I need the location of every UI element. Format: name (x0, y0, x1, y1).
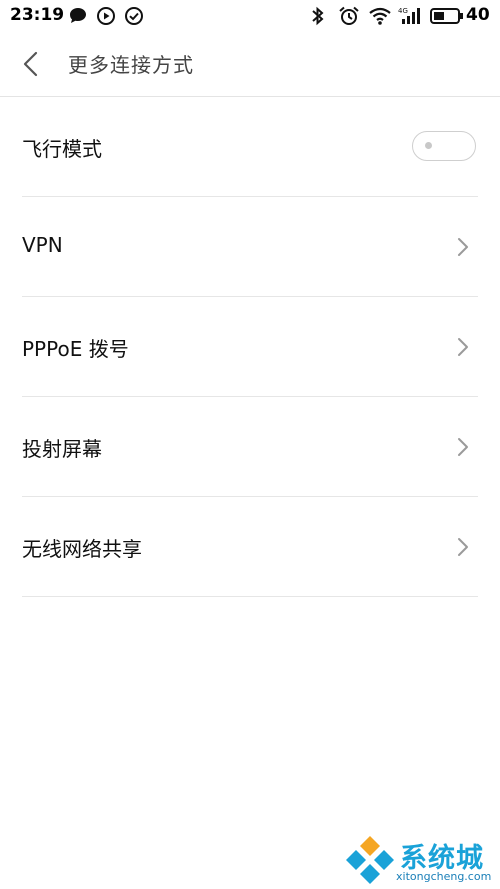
battery-icon (430, 8, 463, 24)
signal-4g-icon: 4G (398, 7, 420, 24)
vpn-label: VPN (22, 233, 63, 257)
chevron-left-icon (23, 51, 38, 77)
status-bar: 23:19 4G 40 (0, 0, 500, 32)
chat-bubble-icon (70, 8, 86, 23)
toggle-knob (425, 142, 432, 149)
vpn-row[interactable]: VPN (0, 197, 500, 297)
watermark: 系统城 xitongcheng.com (340, 832, 500, 889)
hotspot-sharing-row[interactable]: 无线网络共享 (0, 497, 500, 597)
bluetooth-icon (312, 6, 324, 26)
chevron-right-icon (458, 438, 468, 456)
chevron-right-icon (458, 238, 468, 256)
airplane-mode-label: 飞行模式 (22, 137, 102, 161)
battery-level: 40 (466, 5, 490, 25)
pppoe-row[interactable]: PPPoE 拨号 (0, 297, 500, 397)
back-button[interactable] (14, 46, 50, 82)
svg-text:4G: 4G (398, 7, 408, 15)
chevron-right-icon (458, 338, 468, 356)
divider (22, 596, 478, 597)
hotspot-sharing-label: 无线网络共享 (22, 537, 142, 561)
page-title: 更多连接方式 (68, 53, 194, 77)
header: 更多连接方式 (0, 32, 500, 97)
play-circle-icon (97, 7, 115, 25)
settings-list: 飞行模式 VPN PPPoE 拨号 投射屏幕 无线网络共享 (0, 97, 500, 597)
screen-cast-row[interactable]: 投射屏幕 (0, 397, 500, 497)
wifi-icon (369, 7, 391, 25)
airplane-mode-toggle[interactable] (412, 131, 476, 161)
watermark-logo-icon (346, 836, 394, 884)
alarm-icon (339, 6, 359, 25)
check-circle-icon (125, 7, 143, 25)
chevron-right-icon (458, 538, 468, 556)
airplane-mode-row[interactable]: 飞行模式 (0, 97, 500, 197)
status-time: 23:19 (10, 5, 65, 25)
pppoe-label: PPPoE 拨号 (22, 337, 129, 361)
watermark-url: xitongcheng.com (396, 870, 492, 883)
screen-cast-label: 投射屏幕 (22, 437, 102, 461)
